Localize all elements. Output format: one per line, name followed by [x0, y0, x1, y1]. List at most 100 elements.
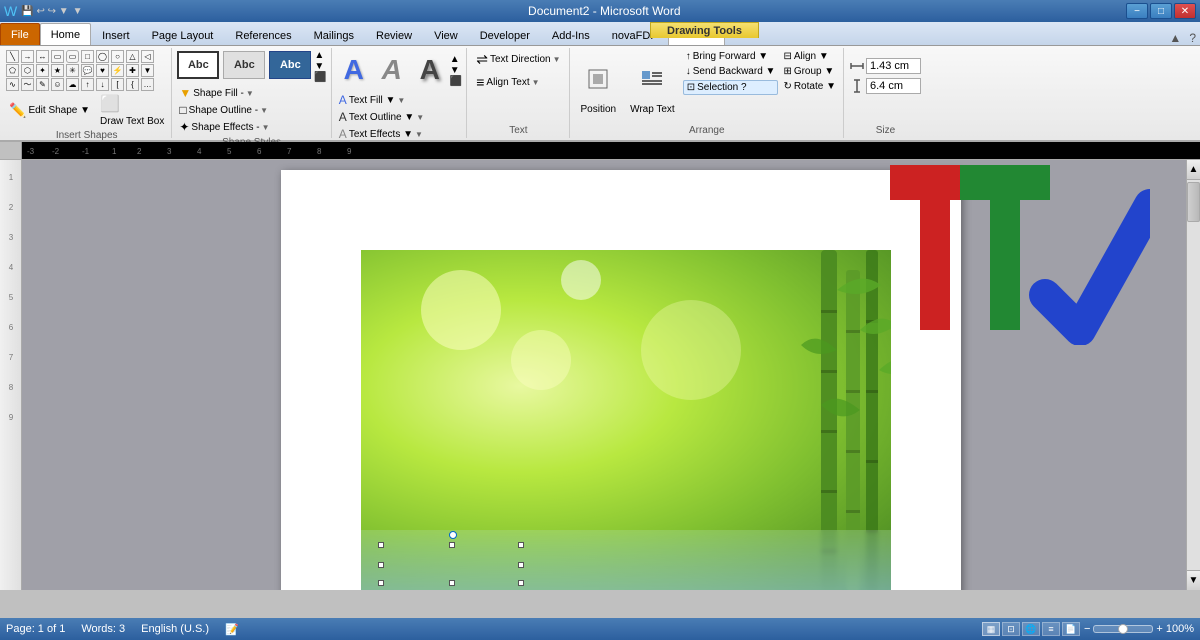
tab-references[interactable]: References: [224, 25, 302, 45]
wordart-expand[interactable]: ⬛: [450, 76, 462, 87]
minimize-button[interactable]: −: [1126, 3, 1148, 19]
curve-shape[interactable]: ∿: [6, 78, 19, 91]
scrollbar-vertical[interactable]: ▲ ▼: [1186, 160, 1200, 590]
zoom-out-btn[interactable]: −: [1084, 623, 1090, 635]
shape-outline-btn[interactable]: □ Shape Outline - ▼: [176, 102, 326, 118]
lightning-shape[interactable]: ⚡: [111, 64, 124, 77]
wordart-scroll-up[interactable]: ▲: [450, 54, 462, 65]
tab-page-layout[interactable]: Page Layout: [141, 25, 225, 45]
freeform-shape[interactable]: 〜: [21, 78, 34, 91]
wrap-text-btn[interactable]: Wrap Text: [624, 50, 681, 118]
outline-view-btn[interactable]: ≡: [1042, 622, 1060, 636]
handle-tr[interactable]: [518, 542, 524, 548]
star4-shape[interactable]: ✦: [36, 64, 49, 77]
selection-btn[interactable]: ⊡ Selection ?: [683, 80, 779, 95]
draft-view-btn[interactable]: 📄: [1062, 622, 1080, 636]
rect2-shape[interactable]: □: [81, 50, 94, 63]
star6-shape[interactable]: ✳: [66, 64, 79, 77]
align-text-btn[interactable]: ≡ Align Text ▼: [473, 73, 563, 91]
round2-shape[interactable]: ◯: [96, 50, 109, 63]
shapes-more2[interactable]: …: [141, 78, 154, 91]
align-btn[interactable]: ⊟ Align ▼: [780, 50, 839, 63]
tab-insert[interactable]: Insert: [91, 25, 141, 45]
bracket-shape[interactable]: [: [111, 78, 124, 91]
zoom-slider[interactable]: [1093, 625, 1153, 633]
group-btn[interactable]: ⊞ Group ▼: [780, 65, 839, 78]
cross-shape[interactable]: ✚: [126, 64, 139, 77]
handle-tc[interactable]: [449, 542, 455, 548]
wordart-style-3[interactable]: A: [412, 50, 448, 90]
wordart-scroll-down[interactable]: ▼: [450, 65, 462, 76]
triangle-shape[interactable]: △: [126, 50, 139, 63]
style-box-2[interactable]: Abc: [223, 51, 265, 79]
zoom-thumb[interactable]: [1118, 624, 1128, 634]
scroll-thumb[interactable]: [1187, 182, 1200, 222]
callout-shape[interactable]: 💬: [81, 64, 94, 77]
smiley-shape[interactable]: ☺: [51, 78, 64, 91]
style-scroll-up[interactable]: ▲: [314, 50, 326, 61]
width-input[interactable]: [866, 58, 921, 74]
web-view-btn[interactable]: 🌐: [1022, 622, 1040, 636]
style-box-1[interactable]: Abc: [177, 51, 219, 79]
send-backward-btn[interactable]: ↓ Send Backward ▼: [683, 65, 779, 78]
wordart-style-2[interactable]: A: [374, 50, 410, 90]
ellipse-shape[interactable]: ○: [111, 50, 124, 63]
more-shapes[interactable]: ▼: [141, 64, 154, 77]
heart-shape[interactable]: ♥: [96, 64, 109, 77]
style-box-3[interactable]: Abc: [269, 51, 311, 79]
arrow-shape[interactable]: →: [21, 50, 34, 63]
close-button[interactable]: ✕: [1174, 3, 1196, 19]
text-outline-btn[interactable]: A Text Outline ▼ ▼: [336, 109, 462, 125]
maximize-button[interactable]: □: [1150, 3, 1172, 19]
handle-br[interactable]: [518, 580, 524, 586]
ribbon-collapse[interactable]: ▲: [1165, 31, 1185, 45]
wordart-style-1[interactable]: A: [336, 50, 372, 90]
edit-shape-btn[interactable]: ✏️ Edit Shape ▼: [6, 93, 93, 128]
handle-bl[interactable]: [378, 580, 384, 586]
scribble-shape[interactable]: ✎: [36, 78, 49, 91]
round-rect-shape[interactable]: ▭: [66, 50, 79, 63]
handle-ml[interactable]: [378, 562, 384, 568]
position-btn[interactable]: Position: [574, 50, 622, 118]
scroll-down-btn[interactable]: ▼: [1187, 570, 1200, 590]
rotate-btn[interactable]: ↻ Rotate ▼: [780, 80, 839, 93]
double-arrow-shape[interactable]: ↔: [36, 50, 49, 63]
tab-mailings[interactable]: Mailings: [303, 25, 365, 45]
up-arrow-shape[interactable]: ↑: [81, 78, 94, 91]
shape-effects-btn[interactable]: ✦ Shape Effects - ▼: [176, 119, 326, 135]
tab-view[interactable]: View: [423, 25, 469, 45]
style-expand[interactable]: ⬛: [314, 72, 326, 83]
tab-developer[interactable]: Developer: [469, 25, 541, 45]
down-arrow-shape[interactable]: ↓: [96, 78, 109, 91]
cloud-shape[interactable]: ☁: [66, 78, 79, 91]
print-layout-btn[interactable]: ▦: [982, 622, 1000, 636]
handle-bc[interactable]: [449, 580, 455, 586]
rect-shape[interactable]: ▭: [51, 50, 64, 63]
svg-text:-1: -1: [82, 147, 90, 156]
text-direction-btn[interactable]: ⇌ Text Direction ▼: [473, 50, 563, 69]
tab-add-ins[interactable]: Add-Ins: [541, 25, 601, 45]
handle-tl[interactable]: [378, 542, 384, 548]
text-fill-btn[interactable]: A Text Fill ▼ ▼: [336, 92, 462, 108]
zoom-in-btn[interactable]: +: [1156, 623, 1162, 635]
shape-fill-btn[interactable]: ▼ Shape Fill - ▼: [176, 85, 326, 101]
fullscreen-btn[interactable]: ⊡: [1002, 622, 1020, 636]
line-shape[interactable]: ╲: [6, 50, 19, 63]
style-scroll-down[interactable]: ▼: [314, 61, 326, 72]
handle-mr[interactable]: [518, 562, 524, 568]
scroll-up-btn[interactable]: ▲: [1187, 160, 1200, 180]
tab-review[interactable]: Review: [365, 25, 423, 45]
draw-textbox-btn[interactable]: ⬜ Draw Text Box: [97, 93, 167, 128]
tab-home[interactable]: Home: [40, 23, 91, 45]
star5-shape[interactable]: ★: [51, 64, 64, 77]
height-input[interactable]: [866, 78, 921, 94]
text-effects-btn[interactable]: A Text Effects ▼ ▼: [336, 126, 462, 142]
tab-file[interactable]: File: [0, 23, 40, 45]
help-button[interactable]: ?: [1185, 31, 1200, 45]
hex-shape[interactable]: ⬡: [21, 64, 34, 77]
bring-forward-btn[interactable]: ↑ Bring Forward ▼: [683, 50, 779, 63]
shapes-grid: ╲ → ↔ ▭ ▭ □ ◯ ○ △ ◁ ⬠ ⬡ ✦ ★ ✳ 💬 ♥ ⚡ ✚ ▼ …: [6, 50, 167, 91]
brace-shape[interactable]: {: [126, 78, 139, 91]
pentagon-shape[interactable]: ⬠: [6, 64, 19, 77]
rtriangle-shape[interactable]: ◁: [141, 50, 154, 63]
